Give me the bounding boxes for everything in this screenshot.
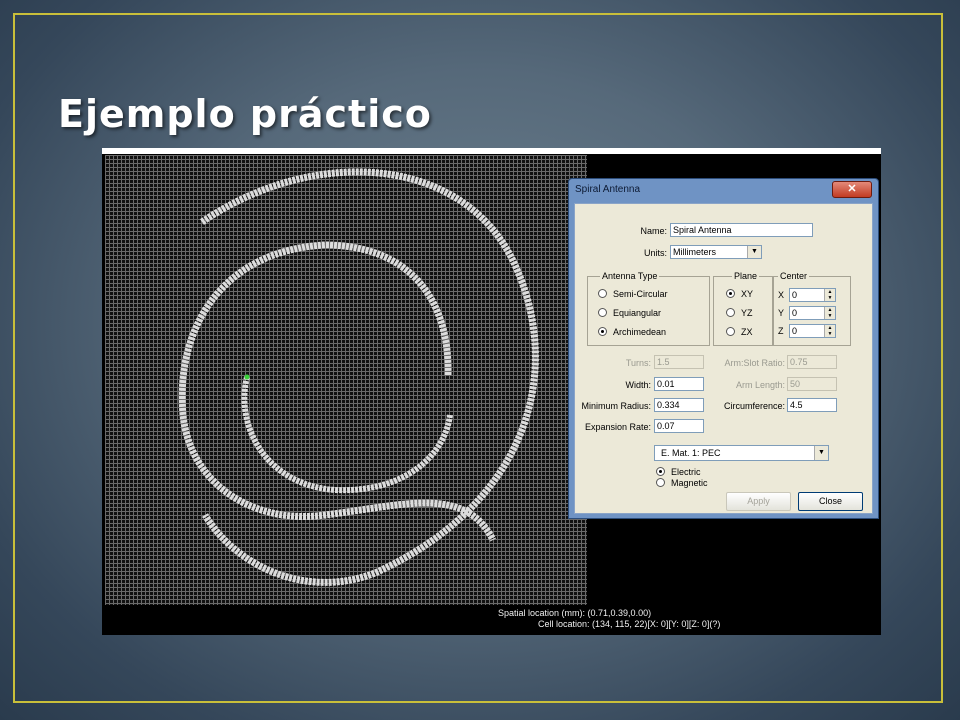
center-y-label: Y [778, 308, 785, 318]
center-z-label: Z [778, 326, 784, 336]
window-top-edge [102, 148, 881, 154]
dialog-title: Spiral Antenna [575, 184, 641, 195]
arm-slot-ratio-label: Arm:Slot Ratio: [724, 358, 785, 368]
close-icon[interactable]: ✕ [832, 181, 872, 198]
plane-label: Plane [732, 271, 760, 281]
radio-archimedean[interactable]: Archimedean [598, 327, 666, 337]
dialog-titlebar[interactable]: Spiral Antenna ✕ [569, 179, 878, 201]
spiral-arm-center [241, 376, 453, 494]
spinner-arrows-icon[interactable]: ▲ ▼ [824, 307, 835, 319]
radio-button[interactable] [726, 327, 735, 336]
expansion-rate-label: Expansion Rate: [584, 422, 651, 432]
material-value: E. Mat. 1: PEC [661, 448, 721, 458]
radio-button[interactable] [726, 308, 735, 317]
radio-button[interactable] [656, 478, 665, 487]
units-dropdown[interactable]: Millimeters ▼ [670, 245, 762, 259]
turns-label: Turns: [625, 358, 651, 368]
arm-length-input: 50 [787, 377, 837, 391]
spatial-location-text: Spatial location (mm): (0.71,0.39,0.00) [498, 608, 652, 618]
status-bar: Spatial location (mm): (0.71,0.39,0.00) … [498, 608, 878, 630]
radio-button[interactable] [598, 289, 607, 298]
circumference-label: Circumference: [723, 401, 785, 411]
spiral-arm-outer [200, 168, 539, 586]
apply-button[interactable]: Apply [726, 492, 791, 511]
spinner-arrows-icon[interactable]: ▲ ▼ [824, 289, 835, 301]
width-label: Width: [625, 380, 651, 390]
arm-slot-ratio-input: 0.75 [787, 355, 837, 369]
circumference-input[interactable]: 4.5 [787, 398, 837, 412]
mesh-canvas[interactable] [105, 155, 587, 605]
spinner-arrows-icon[interactable]: ▲ ▼ [824, 325, 835, 337]
radio-button-selected[interactable] [656, 467, 665, 476]
units-label: Units: [643, 248, 667, 258]
width-input[interactable]: 0.01 [654, 377, 704, 391]
center-x-input[interactable]: 0 ▲ ▼ [789, 288, 836, 302]
radio-button[interactable] [598, 308, 607, 317]
close-button[interactable]: Close [798, 492, 863, 511]
dialog-body: Name: Spiral Antenna Units: Millimeters … [574, 203, 873, 514]
spiral-mesh [178, 168, 539, 586]
chevron-down-icon: ▼ [747, 246, 761, 258]
radio-equiangular[interactable]: Equiangular [598, 308, 661, 318]
center-z-input[interactable]: 0 ▲ ▼ [789, 324, 836, 338]
arm-length-label: Arm Length: [735, 380, 785, 390]
turns-input: 1.5 [654, 355, 704, 369]
app-screenshot: Spatial location (mm): (0.71,0.39,0.00) … [102, 148, 881, 635]
radio-magnetic[interactable]: Magnetic [656, 478, 708, 488]
radio-plane-yz[interactable]: YZ [726, 308, 753, 318]
radio-plane-xy[interactable]: XY [726, 289, 753, 299]
plane-group: Plane XY YZ ZX [713, 271, 773, 346]
center-group: Center X 0 ▲ ▼ Y 0 ▲ ▼ Z 0 ▲ ▼ [773, 271, 851, 346]
center-label: Center [778, 271, 810, 281]
minimum-radius-label: Minimum Radius: [581, 401, 651, 411]
expansion-rate-input[interactable]: 0.07 [654, 419, 704, 433]
radio-electric[interactable]: Electric [656, 467, 701, 477]
antenna-type-label: Antenna Type [600, 271, 660, 281]
radio-button-selected[interactable] [598, 327, 607, 336]
feed-point-marker [244, 374, 250, 380]
spiral-antenna-dialog: Spiral Antenna ✕ Name: Spiral Antenna Un… [568, 178, 879, 519]
slide-title: Ejemplo práctico [58, 92, 432, 136]
minimum-radius-input[interactable]: 0.334 [654, 398, 704, 412]
name-input[interactable]: Spiral Antenna [670, 223, 813, 237]
radio-semi-circular[interactable]: Semi-Circular [598, 289, 668, 299]
name-label: Name: [640, 226, 667, 236]
chevron-down-icon: ▼ [814, 446, 828, 460]
spiral-arm-inner [178, 241, 497, 542]
center-y-input[interactable]: 0 ▲ ▼ [789, 306, 836, 320]
antenna-type-group: Antenna Type Semi-Circular Equiangular A… [587, 271, 710, 346]
radio-plane-zx[interactable]: ZX [726, 327, 753, 337]
center-x-label: X [778, 290, 785, 300]
material-dropdown[interactable]: E. Mat. 1: PEC ▼ [654, 445, 829, 461]
units-value: Millimeters [673, 247, 717, 257]
cell-location-text: Cell location: (134, 115, 22)[X: 0][Y: 0… [538, 619, 721, 629]
radio-button-selected[interactable] [726, 289, 735, 298]
